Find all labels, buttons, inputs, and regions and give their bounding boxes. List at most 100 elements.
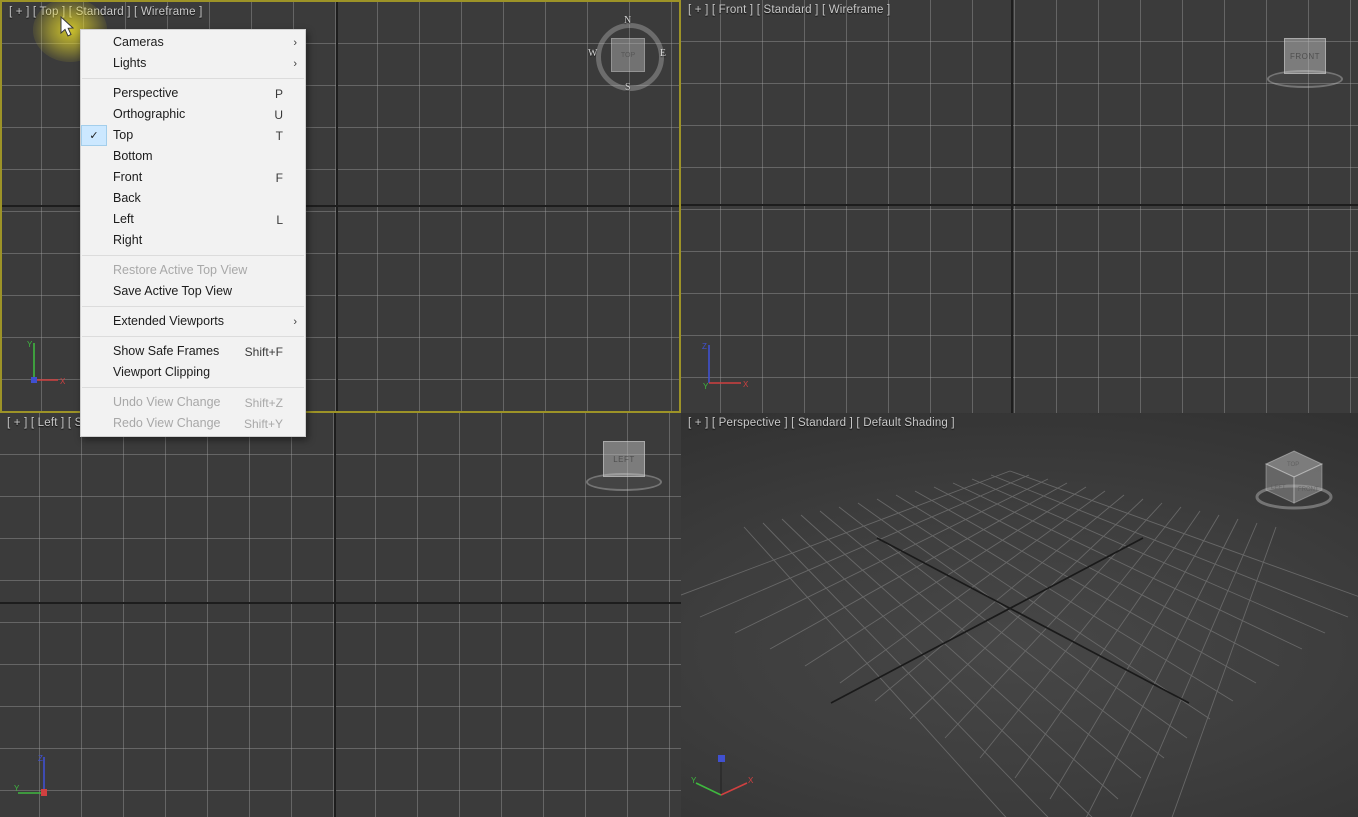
viewcube-top[interactable]: TOP N E S W: [588, 15, 666, 93]
menu-item-check-slot: [81, 230, 107, 251]
menu-item-label: Show Safe Frames: [113, 344, 220, 358]
menu-item-label: Front: [113, 170, 143, 184]
compass-north-label[interactable]: N: [624, 15, 631, 26]
menu-item-shortcut: F: [275, 170, 283, 185]
compass-south-label[interactable]: S: [625, 82, 631, 93]
world-axis-vertical: [334, 413, 336, 817]
menu-item-shortcut: T: [275, 128, 283, 143]
menu-item-label: Bottom: [113, 149, 153, 163]
svg-text:Z: Z: [702, 342, 707, 351]
menu-item-shortcut: L: [276, 212, 283, 227]
menu-item-redo-view-change: Redo View Change Shift+Y: [81, 413, 305, 434]
menu-item-label: Undo View Change: [113, 395, 221, 409]
menu-separator: [82, 387, 304, 388]
menu-item-check-slot: [81, 209, 107, 230]
menu-separator: [82, 78, 304, 79]
menu-separator: [82, 336, 304, 337]
viewcube-ring-icon: [1267, 70, 1343, 88]
axis-tripod-icon: Y X: [27, 340, 66, 386]
svg-text:FRONT: FRONT: [1298, 487, 1319, 493]
application-root: [ + ] [ Top ] [ Standard ] [ Wireframe ]…: [0, 0, 1358, 817]
menu-item-undo-view-change: Undo View Change Shift+Z: [81, 392, 305, 413]
menu-item-label: Top: [113, 128, 134, 142]
check-icon: ✓: [81, 125, 107, 146]
menu-item-check-slot: [81, 32, 107, 53]
menu-item-cameras[interactable]: Cameras ›: [81, 32, 305, 53]
menu-item-shortcut: U: [274, 107, 283, 122]
menu-item-check-slot: [81, 341, 107, 362]
menu-item-bottom[interactable]: Bottom: [81, 146, 305, 167]
viewport-left[interactable]: [ + ] [ Left ] [ Standard ] [ Wireframe …: [0, 413, 681, 817]
chevron-right-icon: ›: [293, 36, 297, 49]
menu-item-check-slot: [81, 104, 107, 125]
compass-east-label[interactable]: E: [660, 48, 666, 59]
menu-separator: [82, 255, 304, 256]
viewport-context-menu[interactable]: Cameras › Lights › Perspective P Orthographic U…: [80, 29, 306, 437]
menu-item-viewport-clipping[interactable]: Viewport Clipping: [81, 362, 305, 383]
menu-item-right[interactable]: Right: [81, 230, 305, 251]
menu-item-check-slot: [81, 146, 107, 167]
menu-item-label: Orthographic: [113, 107, 186, 121]
menu-item-top[interactable]: ✓ Top T: [81, 125, 305, 146]
menu-item-check-slot: [81, 167, 107, 188]
menu-item-front[interactable]: Front F: [81, 167, 305, 188]
menu-item-label: Left: [113, 212, 134, 226]
viewcube-perspective[interactable]: TOP LEFT FRONT: [1246, 439, 1342, 519]
menu-item-check-slot: [81, 311, 107, 332]
menu-item-restore-active-top-view: Restore Active Top View: [81, 260, 305, 281]
menu-item-check-slot: [81, 83, 107, 104]
viewcube-left[interactable]: LEFT: [586, 441, 662, 491]
menu-item-label: Redo View Change: [113, 416, 221, 430]
menu-item-show-safe-frames[interactable]: Show Safe Frames Shift+F: [81, 341, 305, 362]
menu-item-label: Right: [113, 233, 143, 247]
world-axis-x: [876, 537, 1190, 704]
menu-item-label: Back: [113, 191, 141, 205]
menu-item-label: Restore Active Top View: [113, 263, 248, 277]
svg-text:Y: Y: [703, 382, 709, 391]
svg-text:LEFT: LEFT: [1271, 485, 1286, 491]
menu-item-check-slot: [81, 392, 107, 413]
viewcube-3d-icon[interactable]: TOP LEFT FRONT: [1246, 439, 1342, 519]
svg-text:X: X: [60, 377, 66, 386]
viewport-perspective[interactable]: [ + ] [ Perspective ] [ Standard ] [ Def…: [681, 413, 1358, 817]
viewcube-front[interactable]: FRONT: [1267, 38, 1343, 88]
viewport-label-top[interactable]: [ + ] [ Top ] [ Standard ] [ Wireframe ]: [9, 6, 202, 18]
svg-text:Z: Z: [38, 754, 43, 763]
menu-item-back[interactable]: Back: [81, 188, 305, 209]
compass-west-label[interactable]: W: [588, 48, 597, 59]
viewcube-face-front[interactable]: FRONT: [1284, 38, 1326, 74]
svg-text:X: X: [743, 380, 749, 389]
menu-item-label: Extended Viewports: [113, 314, 224, 328]
viewport-label-perspective[interactable]: [ + ] [ Perspective ] [ Standard ] [ Def…: [688, 417, 955, 429]
viewport-front[interactable]: [ + ] [ Front ] [ Standard ] [ Wireframe…: [681, 0, 1358, 413]
menu-item-check-slot: [81, 413, 107, 434]
menu-separator: [82, 306, 304, 307]
axis-tripod-top: Y X: [24, 335, 84, 389]
world-axis-horizontal: [681, 204, 1358, 206]
menu-item-lights[interactable]: Lights ›: [81, 53, 305, 74]
menu-item-check-slot: [81, 260, 107, 281]
chevron-right-icon: ›: [293, 315, 297, 328]
menu-item-left[interactable]: Left L: [81, 209, 305, 230]
menu-item-save-active-top-view[interactable]: Save Active Top View: [81, 281, 305, 302]
menu-item-label: Cameras: [113, 35, 164, 49]
menu-item-shortcut: Shift+Z: [244, 395, 283, 410]
world-axis-horizontal: [0, 602, 681, 604]
world-axis-vertical: [1011, 0, 1013, 413]
viewcube-face-left[interactable]: LEFT: [603, 441, 645, 477]
menu-item-extended-viewports[interactable]: Extended Viewports ›: [81, 311, 305, 332]
chevron-right-icon: ›: [293, 57, 297, 70]
axis-tripod-icon: Z Y X: [702, 342, 749, 391]
svg-text:Y: Y: [14, 784, 20, 793]
svg-text:Y: Y: [27, 340, 33, 349]
axis-tripod-icon: Z Y: [14, 754, 47, 796]
viewcube-ring-icon: [586, 473, 662, 491]
menu-item-check-slot: [81, 362, 107, 383]
viewport-label-front[interactable]: [ + ] [ Front ] [ Standard ] [ Wireframe…: [688, 4, 890, 16]
axis-tripod-left: Z Y: [14, 749, 74, 803]
menu-item-label: Viewport Clipping: [113, 365, 211, 379]
viewcube-face-top[interactable]: TOP: [611, 38, 645, 72]
menu-item-orthographic[interactable]: Orthographic U: [81, 104, 305, 125]
svg-text:TOP: TOP: [1287, 462, 1299, 468]
menu-item-perspective[interactable]: Perspective P: [81, 83, 305, 104]
